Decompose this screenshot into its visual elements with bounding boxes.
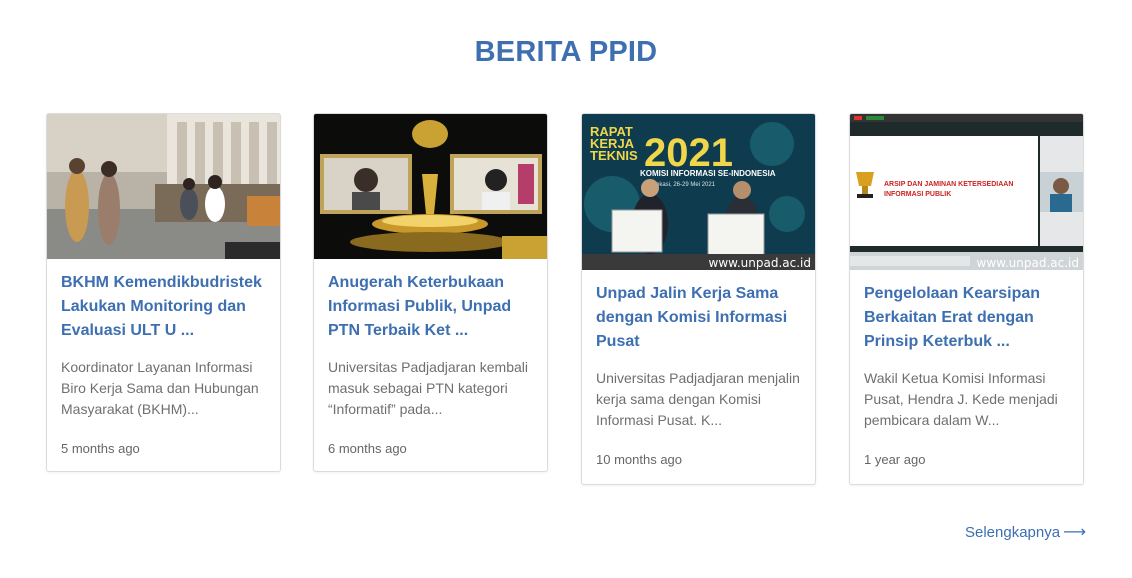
news-excerpt: Universitas Padjadjaran menjalin kerja s… [596, 370, 800, 428]
news-timestamp: 5 months ago [61, 441, 140, 456]
section-title: BERITA PPID [474, 36, 658, 68]
news-thumbnail[interactable] [47, 114, 280, 259]
watermark: www.unpad.ac.id [709, 256, 812, 270]
news-card[interactable]: ARSIP DAN JAMINAN KETERSEDIAAN INFORMASI… [849, 113, 1084, 485]
see-more-link[interactable]: Selengkapnya ⟶ [965, 522, 1086, 542]
news-card[interactable]: RAPAT KERJA TEKNIS 2021 KOMISI INFORMASI… [581, 113, 816, 485]
banner-text: TEKNIS [590, 148, 638, 163]
news-title[interactable]: Unpad Jalin Kerja Sama dengan Komisi Inf… [596, 282, 801, 354]
news-thumbnail[interactable]: ARSIP DAN JAMINAN KETERSEDIAAN INFORMASI… [850, 114, 1083, 270]
watermark: www.unpad.ac.id [977, 256, 1080, 270]
arrow-right-icon: ⟶ [1063, 524, 1086, 541]
slide-text: INFORMASI PUBLIK [884, 191, 951, 198]
news-excerpt: Koordinator Layanan Informasi Biro Kerja… [61, 359, 259, 417]
news-timestamp: 10 months ago [596, 452, 683, 467]
news-excerpt: Universitas Padjadjaran kembali masuk se… [328, 359, 528, 417]
slide-text: ARSIP DAN JAMINAN KETERSEDIAAN [884, 181, 1013, 188]
see-more-label: Selengkapnya [964, 524, 1061, 541]
news-timestamp: 1 year ago [864, 452, 926, 467]
news-title[interactable]: Anugerah Keterbukaan Informasi Publik, U… [328, 271, 533, 343]
news-thumbnail[interactable]: RAPAT KERJA TEKNIS 2021 KOMISI INFORMASI… [582, 114, 815, 270]
banner-date: Bekasi, 26-29 Mei 2021 [652, 182, 716, 188]
banner-subtitle: KOMISI INFORMASI SE-INDONESIA [640, 169, 776, 178]
news-timestamp: 6 months ago [328, 441, 407, 456]
news-title[interactable]: BKHM Kemendikbudristek Lakukan Monitorin… [61, 271, 266, 343]
news-thumbnail[interactable] [314, 114, 547, 259]
news-title[interactable]: Pengelolaan Kearsipan Berkaitan Erat den… [864, 282, 1069, 354]
news-excerpt: Wakil Ketua Komisi Informasi Pusat, Hend… [864, 370, 1058, 428]
news-card[interactable]: Anugerah Keterbukaan Informasi Publik, U… [313, 113, 548, 472]
news-card[interactable]: BKHM Kemendikbudristek Lakukan Monitorin… [46, 113, 281, 472]
